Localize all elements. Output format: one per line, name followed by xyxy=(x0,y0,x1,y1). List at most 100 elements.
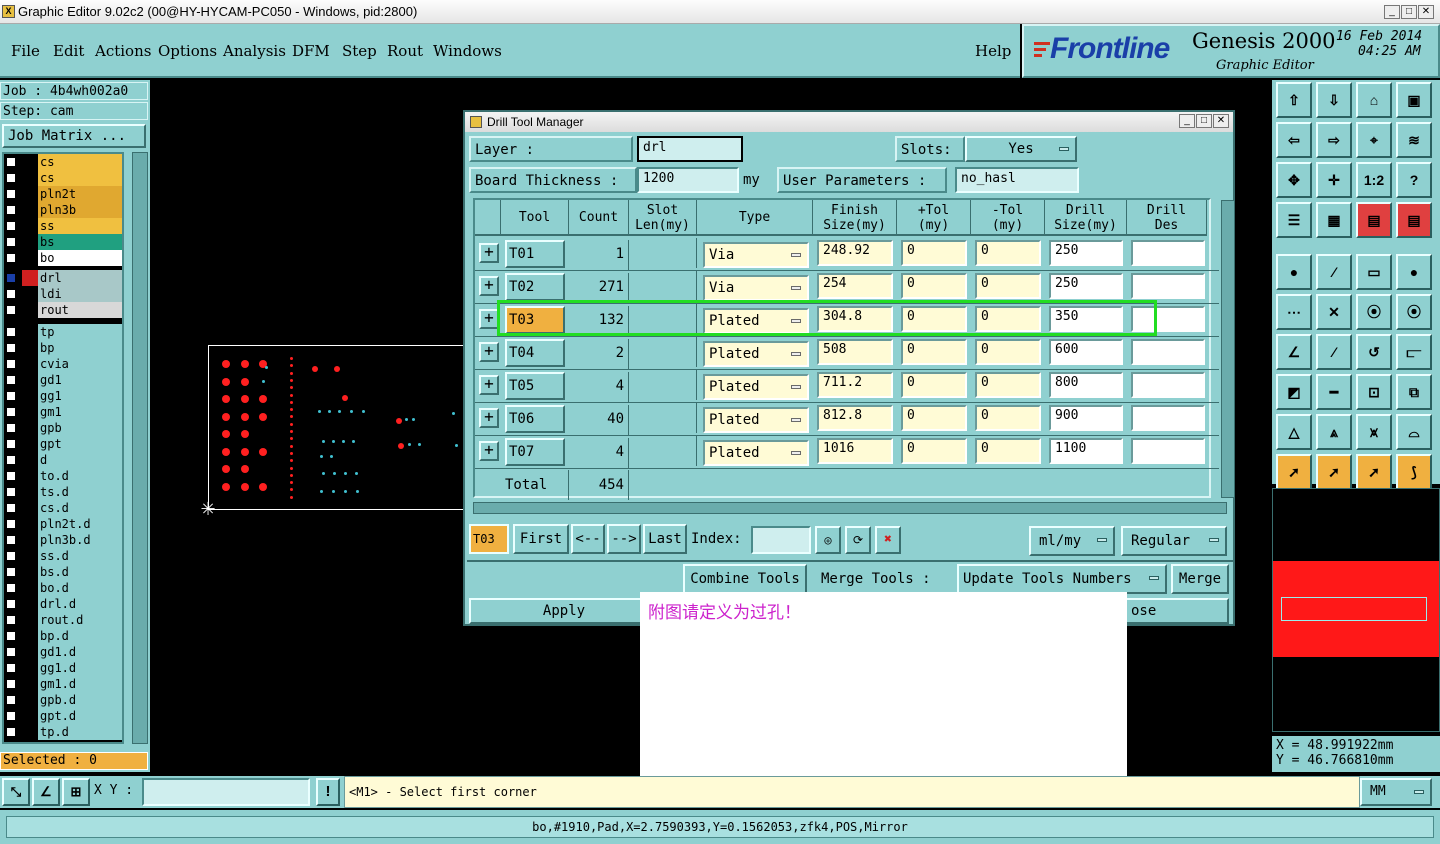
layer-row[interactable]: pln2t xyxy=(4,186,122,202)
minimize-button[interactable]: _ xyxy=(1384,5,1400,19)
layer-checkbox[interactable] xyxy=(6,423,16,433)
type-dropdown[interactable]: Plated xyxy=(703,407,809,433)
expand-row-icon[interactable]: + xyxy=(479,375,499,395)
menu-edit[interactable]: Edit xyxy=(53,42,84,60)
tri1-icon[interactable]: △ xyxy=(1276,414,1312,450)
line-icon[interactable]: ⁄ xyxy=(1316,254,1352,290)
layer-row[interactable]: drl xyxy=(4,270,122,286)
units-mm-dropdown[interactable]: MM xyxy=(1360,778,1432,806)
maximize-button[interactable]: □ xyxy=(1401,5,1417,19)
drill-des-input[interactable] xyxy=(1131,405,1205,431)
layer-checkbox[interactable] xyxy=(6,391,16,401)
layer-row[interactable]: tp xyxy=(4,324,122,340)
menu-actions[interactable]: Actions xyxy=(95,42,151,60)
layer-checkbox[interactable] xyxy=(6,679,16,689)
layer-row[interactable]: bp.d xyxy=(4,628,122,644)
expand-row-icon[interactable]: + xyxy=(479,441,499,461)
tool-button[interactable]: T06 xyxy=(505,405,565,433)
drill-size-input[interactable]: 900 xyxy=(1049,405,1123,431)
layer-checkbox[interactable] xyxy=(6,711,16,721)
ratio-icon[interactable]: 1:2 xyxy=(1356,162,1392,198)
layer-checkbox[interactable] xyxy=(6,615,16,625)
tool-button[interactable]: T04 xyxy=(505,339,565,367)
layer-row[interactable]: rout xyxy=(4,302,122,318)
route-icon[interactable]: ≋ xyxy=(1396,122,1432,158)
layer-row[interactable]: pln3b.d xyxy=(4,532,122,548)
home-icon[interactable]: ⌂ xyxy=(1356,82,1392,118)
angle-icon[interactable]: ∠ xyxy=(1276,334,1312,370)
layer-checkbox[interactable] xyxy=(6,471,16,481)
help-icon[interactable]: ? xyxy=(1396,162,1432,198)
drill-size-input[interactable]: 600 xyxy=(1049,339,1123,365)
layer-row[interactable]: cs xyxy=(4,170,122,186)
layer-row[interactable]: bp xyxy=(4,340,122,356)
layer-checkbox[interactable] xyxy=(6,407,16,417)
layer-checkbox[interactable] xyxy=(6,663,16,673)
minus-tol-input[interactable]: 0 xyxy=(975,273,1041,299)
layer-checkbox[interactable] xyxy=(6,487,16,497)
clear-icon[interactable]: ✖ xyxy=(875,526,901,554)
alert-icon[interactable]: ! xyxy=(316,778,340,806)
layer-checkbox[interactable] xyxy=(6,189,16,199)
menu-analysis[interactable]: Analysis xyxy=(223,42,286,60)
layer-row[interactable]: gd1.d xyxy=(4,644,122,660)
finish-size-input[interactable]: 508 xyxy=(817,339,893,365)
layer-row[interactable]: bo xyxy=(4,250,122,266)
route-edit-icon[interactable]: ⟆ xyxy=(1396,454,1432,490)
layer-checkbox[interactable] xyxy=(6,343,16,353)
combine-tools-button[interactable]: Combine Tools xyxy=(683,564,807,594)
layer-checkbox[interactable] xyxy=(6,173,16,183)
snap-icon[interactable]: ⌖ xyxy=(1356,122,1392,158)
layer-row[interactable]: gm1 xyxy=(4,404,122,420)
search-icon[interactable]: ◎ xyxy=(815,526,841,554)
layer-row[interactable]: bs.d xyxy=(4,564,122,580)
drill-des-input[interactable] xyxy=(1131,438,1205,464)
segment-icon[interactable]: ━ xyxy=(1316,374,1352,410)
layer-checkbox[interactable] xyxy=(6,567,16,577)
settings-icon[interactable]: ☰ xyxy=(1276,202,1312,238)
type-dropdown[interactable]: Via xyxy=(703,275,809,301)
menu-rout[interactable]: Rout xyxy=(387,42,423,60)
import-icon[interactable]: ⇦ xyxy=(1276,122,1312,158)
finish-size-input[interactable]: 812.8 xyxy=(817,405,893,431)
box-select-icon[interactable]: ⊡ xyxy=(1356,374,1392,410)
layer-checkbox[interactable] xyxy=(6,253,16,263)
drill-des-input[interactable] xyxy=(1131,339,1205,365)
table-row[interactable]: + T01 1 Via 248.92 0 0 250 xyxy=(475,238,1219,271)
minus-tol-input[interactable]: 0 xyxy=(975,372,1041,398)
node2-icon[interactable]: ⦿ xyxy=(1396,294,1432,330)
merge-button[interactable]: Merge xyxy=(1171,564,1229,594)
finish-size-input[interactable]: 248.92 xyxy=(817,240,893,266)
expand-row-icon[interactable]: + xyxy=(479,408,499,428)
plus-tol-input[interactable]: 0 xyxy=(901,405,967,431)
menu-windows[interactable]: Windows xyxy=(433,42,502,60)
layer-checkbox[interactable] xyxy=(6,273,16,283)
layer-row[interactable]: rout.d xyxy=(4,612,122,628)
table-row[interactable]: + T04 2 Plated 508 0 0 600 xyxy=(475,337,1219,370)
expand-row-icon[interactable]: + xyxy=(479,243,499,263)
arc-icon[interactable]: ↺ xyxy=(1356,334,1392,370)
layer-row[interactable]: d xyxy=(4,452,122,468)
units-dropdown[interactable]: ml/my xyxy=(1029,526,1115,556)
layer-row[interactable]: tp.d xyxy=(4,724,122,740)
layer-checkbox[interactable] xyxy=(6,727,16,737)
layer-row[interactable]: ss xyxy=(4,218,122,234)
connect-icon[interactable]: ⋯ xyxy=(1276,294,1312,330)
xy-input[interactable] xyxy=(142,778,310,806)
layer-checkbox[interactable] xyxy=(6,305,16,315)
snap-ff-icon[interactable]: ⫍ xyxy=(1396,334,1432,370)
mode-dropdown[interactable]: Regular xyxy=(1121,526,1227,556)
job-matrix-button[interactable]: Job Matrix ... xyxy=(2,124,146,148)
table-row[interactable]: + T07 4 Plated 1016 0 0 1100 xyxy=(475,436,1219,469)
drill-des-input[interactable] xyxy=(1131,273,1205,299)
layer-row[interactable]: bo.d xyxy=(4,580,122,596)
layer-row[interactable]: gpb.d xyxy=(4,692,122,708)
drill-des-input[interactable] xyxy=(1131,372,1205,398)
table-horizontal-scrollbar[interactable] xyxy=(473,502,1227,514)
finish-size-input[interactable]: 254 xyxy=(817,273,893,299)
grid-icon[interactable]: ⊞ xyxy=(62,778,90,806)
save-icon[interactable]: ⇩ xyxy=(1316,82,1352,118)
open-icon[interactable]: ⇧ xyxy=(1276,82,1312,118)
type-dropdown[interactable]: Plated xyxy=(703,341,809,367)
minus-tol-input[interactable]: 0 xyxy=(975,405,1041,431)
